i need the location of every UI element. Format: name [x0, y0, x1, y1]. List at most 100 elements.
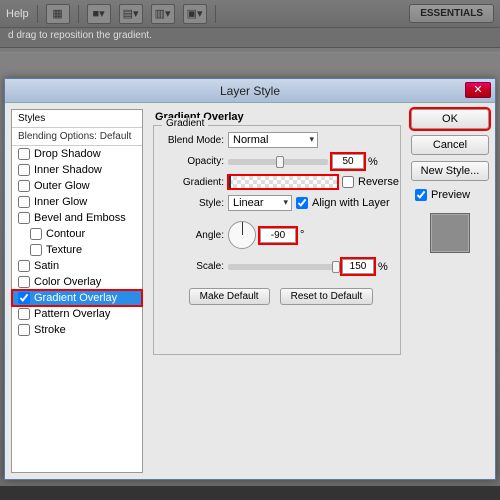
options-hint-bar: d drag to reposition the gradient.: [0, 28, 500, 48]
style-checkbox[interactable]: [18, 196, 30, 208]
reset-default-button[interactable]: Reset to Default: [280, 288, 374, 305]
style-label: Style:: [162, 198, 224, 209]
style-checkbox[interactable]: [18, 164, 30, 176]
layer-style-dialog: Layer Style ✕ Styles Blending Options: D…: [4, 78, 496, 480]
style-checkbox[interactable]: [18, 180, 30, 192]
preview-label: Preview: [431, 189, 470, 201]
style-item-drop-shadow[interactable]: Drop Shadow: [12, 146, 142, 162]
blend-mode-select[interactable]: Normal: [228, 132, 318, 148]
toolbar-separator: [37, 5, 38, 23]
styles-header[interactable]: Styles: [12, 110, 142, 128]
scale-row: Scale: 150 %: [162, 259, 400, 274]
style-checkbox[interactable]: [18, 324, 30, 336]
style-checkbox[interactable]: [18, 212, 30, 224]
reverse-label: Reverse: [358, 176, 399, 188]
style-checkbox[interactable]: [18, 292, 30, 304]
style-item-color-overlay[interactable]: Color Overlay: [12, 274, 142, 290]
style-item-label: Texture: [46, 244, 82, 256]
make-default-button[interactable]: Make Default: [189, 288, 270, 305]
main-toolbar: Help ▦ ■▾ ▤▾ ▥▾ ▣▾ ESSENTIALS: [0, 0, 500, 28]
toolbar-icon-1[interactable]: ▦: [46, 4, 70, 24]
styles-list-panel: Styles Blending Options: Default Drop Sh…: [11, 109, 143, 473]
preview-row: Preview: [411, 189, 489, 201]
ok-button[interactable]: OK: [411, 109, 489, 129]
toolbar-icon-5[interactable]: ▣▾: [183, 4, 207, 24]
preview-swatch: [430, 213, 470, 253]
gradient-picker[interactable]: [228, 175, 338, 189]
angle-row: Angle: -90 °: [162, 221, 400, 249]
style-item-label: Gradient Overlay: [34, 292, 117, 304]
new-style-button[interactable]: New Style...: [411, 161, 489, 181]
style-checkbox[interactable]: [18, 308, 30, 320]
close-icon[interactable]: ✕: [465, 82, 491, 98]
toolbar-separator: [215, 5, 216, 23]
gradient-row: Gradient: Reverse: [162, 175, 400, 189]
scale-slider[interactable]: [228, 264, 338, 270]
scale-label: Scale:: [162, 261, 224, 272]
settings-pane: Gradient Overlay Gradient Blend Mode: No…: [149, 109, 405, 473]
style-checkbox[interactable]: [18, 276, 30, 288]
style-checkbox[interactable]: [30, 228, 42, 240]
style-item-outer-glow[interactable]: Outer Glow: [12, 178, 142, 194]
style-item-label: Contour: [46, 228, 85, 240]
bottom-strip: [0, 486, 500, 500]
style-item-stroke[interactable]: Stroke: [12, 322, 142, 338]
style-item-label: Stroke: [34, 324, 66, 336]
degree-label: °: [300, 229, 304, 241]
style-item-label: Inner Shadow: [34, 164, 102, 176]
angle-dial[interactable]: [228, 221, 256, 249]
style-item-label: Bevel and Emboss: [34, 212, 126, 224]
fieldset-legend: Gradient: [162, 118, 208, 129]
scale-input[interactable]: 150: [342, 259, 374, 274]
style-checkbox[interactable]: [18, 260, 30, 272]
align-checkbox[interactable]: [296, 197, 308, 209]
style-item-label: Outer Glow: [34, 180, 90, 192]
style-item-bevel-and-emboss[interactable]: Bevel and Emboss: [12, 210, 142, 226]
style-item-label: Pattern Overlay: [34, 308, 110, 320]
toolbar-icon-2[interactable]: ■▾: [87, 4, 111, 24]
dialog-right-column: OK Cancel New Style... Preview: [411, 109, 489, 473]
toolbar-separator: [78, 5, 79, 23]
gradient-label: Gradient:: [162, 177, 224, 188]
opacity-slider[interactable]: [228, 159, 328, 165]
opacity-row: Opacity: 50 %: [162, 154, 400, 169]
blend-mode-label: Blend Mode:: [162, 135, 224, 146]
workspace-essentials-button[interactable]: ESSENTIALS: [409, 4, 494, 23]
preview-checkbox[interactable]: [415, 189, 427, 201]
angle-input[interactable]: -90: [260, 228, 296, 243]
dialog-titlebar[interactable]: Layer Style ✕: [5, 79, 495, 103]
style-item-texture[interactable]: Texture: [12, 242, 142, 258]
percent-label: %: [368, 156, 378, 168]
blend-mode-row: Blend Mode: Normal: [162, 132, 400, 148]
reverse-checkbox[interactable]: [342, 176, 354, 188]
app-window: Help ▦ ■▾ ▤▾ ▥▾ ▣▾ ESSENTIALS d drag to …: [0, 0, 500, 500]
style-row: Style: Linear Align with Layer: [162, 195, 400, 211]
cancel-button[interactable]: Cancel: [411, 135, 489, 155]
styles-list: Drop Shadow Inner Shadow Outer Glow Inner G…: [12, 146, 142, 338]
opacity-input[interactable]: 50: [332, 154, 364, 169]
toolbar-icon-4[interactable]: ▥▾: [151, 4, 175, 24]
style-item-pattern-overlay[interactable]: Pattern Overlay: [12, 306, 142, 322]
blending-options-row[interactable]: Blending Options: Default: [12, 128, 142, 146]
style-item-label: Drop Shadow: [34, 148, 101, 160]
align-label: Align with Layer: [312, 197, 390, 209]
dialog-title: Layer Style: [5, 84, 495, 98]
style-item-inner-shadow[interactable]: Inner Shadow: [12, 162, 142, 178]
style-item-satin[interactable]: Satin: [12, 258, 142, 274]
style-item-contour[interactable]: Contour: [12, 226, 142, 242]
style-checkbox[interactable]: [18, 148, 30, 160]
style-item-label: Satin: [34, 260, 59, 272]
dialog-body: Styles Blending Options: Default Drop Sh…: [5, 103, 495, 479]
opacity-label: Opacity:: [162, 156, 224, 167]
menu-help[interactable]: Help: [6, 8, 29, 20]
angle-label: Angle:: [162, 230, 224, 241]
style-item-gradient-overlay[interactable]: Gradient Overlay: [12, 290, 142, 306]
gradient-fieldset: Gradient Blend Mode: Normal Opacity: 50 …: [153, 125, 401, 355]
toolbar-icon-3[interactable]: ▤▾: [119, 4, 143, 24]
style-select[interactable]: Linear: [228, 195, 292, 211]
style-item-label: Color Overlay: [34, 276, 101, 288]
style-item-label: Inner Glow: [34, 196, 87, 208]
percent-label: %: [378, 261, 388, 273]
style-checkbox[interactable]: [30, 244, 42, 256]
style-item-inner-glow[interactable]: Inner Glow: [12, 194, 142, 210]
